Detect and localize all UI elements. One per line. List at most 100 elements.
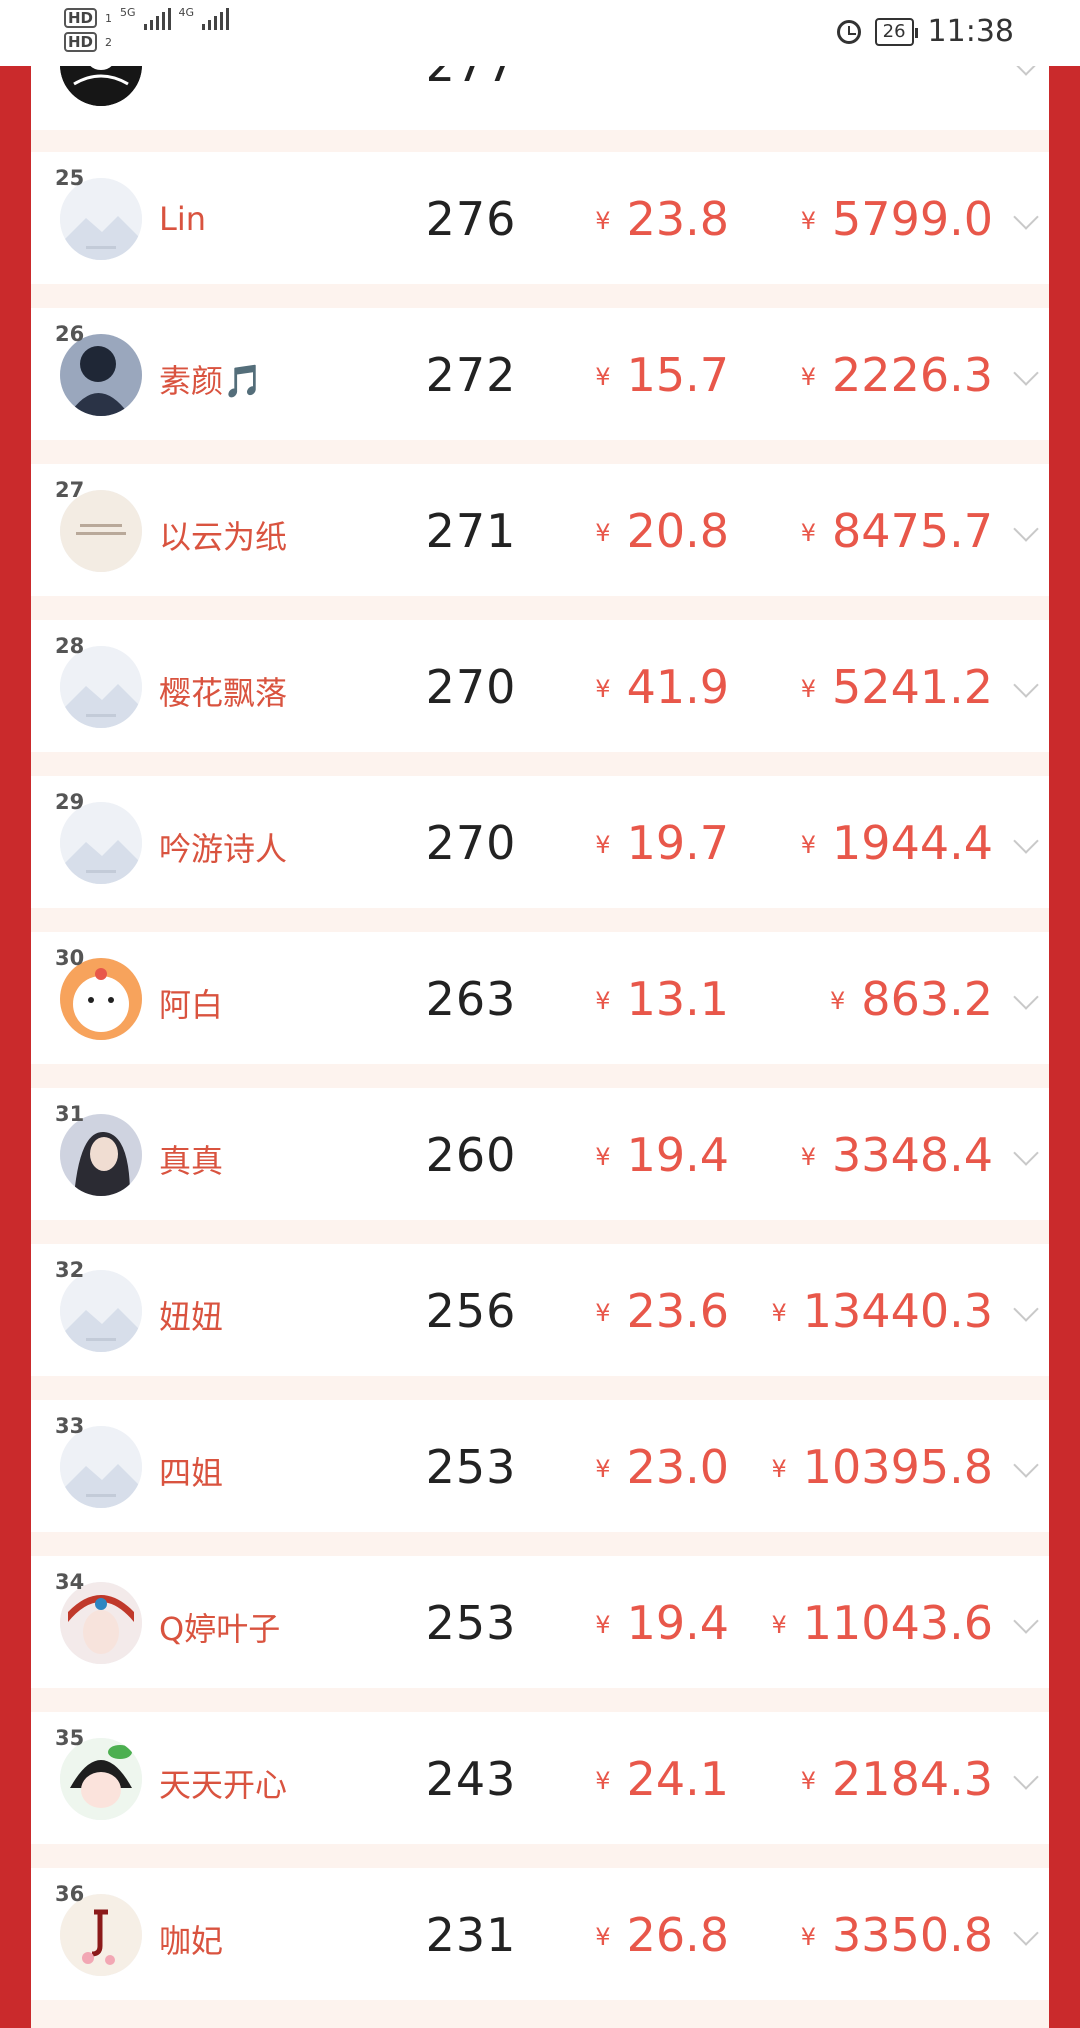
list-item[interactable]: 33 四姐 253 ¥23.0 ¥10395.8 — [31, 1400, 1049, 1532]
default-mountain-avatar — [60, 178, 142, 260]
price-value: 19.4 — [626, 1596, 729, 1650]
user-name: 吟游诗人 — [159, 830, 288, 868]
total-amount: ¥3348.4 — [801, 1128, 993, 1182]
yen-symbol: ¥ — [595, 1922, 611, 1951]
chevron-down-icon[interactable] — [1013, 1920, 1039, 1946]
text-card-avatar — [60, 490, 142, 572]
yen-symbol: ¥ — [771, 1610, 787, 1639]
rank-number: 35 — [55, 1726, 85, 1750]
yen-symbol: ¥ — [595, 1766, 611, 1795]
list-item[interactable]: 35 天天开心 243 ¥24.1 ¥2184.3 — [31, 1712, 1049, 1844]
chevron-down-icon[interactable] — [1013, 984, 1039, 1010]
total-amount: ¥1944.4 — [801, 816, 993, 870]
user-name: 素颜🎵 — [159, 362, 263, 400]
total-value: 2226.3 — [832, 348, 993, 402]
rank-number: 34 — [55, 1570, 85, 1594]
chevron-down-icon[interactable] — [1013, 828, 1039, 854]
price-value: 24.1 — [626, 1752, 729, 1806]
total-value: 3348.4 — [832, 1128, 993, 1182]
default-mountain-avatar — [60, 1270, 142, 1352]
yen-symbol: ¥ — [800, 1766, 817, 1795]
sim-slot-label: 2 — [105, 35, 113, 49]
signal-strength-icon — [202, 6, 230, 30]
total-amount: ¥8475.7 — [801, 504, 993, 558]
list-item[interactable]: 28 樱花飘落 270 ¥41.9 ¥5241.2 — [31, 620, 1049, 752]
yen-symbol: ¥ — [800, 1922, 817, 1951]
yen-symbol: ¥ — [595, 1142, 611, 1171]
count-value: 263 — [425, 972, 517, 1026]
unit-price: ¥13.1 — [595, 972, 729, 1026]
price-value: 23.8 — [626, 192, 729, 246]
price-value: 26.8 — [626, 1908, 729, 1962]
total-value: 3350.8 — [832, 1908, 993, 1962]
rank-number: 28 — [55, 634, 85, 658]
count-value: 276 — [425, 192, 517, 246]
user-name: 妞妞 — [159, 1298, 224, 1336]
unit-price: ¥20.8 — [595, 504, 729, 558]
price-value: 20.8 — [626, 504, 729, 558]
count-value: 253 — [425, 1596, 517, 1650]
unit-price: ¥23.6 — [595, 1284, 729, 1338]
list-item[interactable]: 31 真真 260 ¥19.4 ¥3348.4 — [31, 1088, 1049, 1220]
yen-symbol: ¥ — [830, 986, 846, 1015]
unit-price: ¥19.7 — [595, 816, 729, 870]
yen-symbol: ¥ — [595, 674, 611, 703]
total-amount: ¥5799.0 — [801, 192, 993, 246]
total-amount: ¥11043.6 — [771, 1596, 993, 1650]
list-item[interactable]: 27 以云为纸 271 ¥20.8 ¥8475.7 — [31, 464, 1049, 596]
chevron-down-icon[interactable] — [1013, 1764, 1039, 1790]
chevron-down-icon[interactable] — [1013, 360, 1039, 386]
user-name: 咖妃 — [159, 1922, 224, 1960]
user-name: 天天开心 — [159, 1766, 288, 1804]
unit-price: ¥41.9 — [595, 660, 729, 714]
hd-voice-icon: HD — [64, 32, 98, 52]
count-value: 270 — [425, 816, 517, 870]
yen-symbol: ¥ — [595, 986, 611, 1015]
list-item[interactable]: 25 Lin 276 ¥23.8 ¥5799.0 — [31, 152, 1049, 284]
list-item[interactable]: 36 咖妃 231 ¥26.8 ¥3350.8 — [31, 1868, 1049, 2000]
status-right: 26 11:38 — [836, 14, 1014, 49]
list-item[interactable]: 26 素颜🎵 272 ¥15.7 ¥2226.3 — [31, 308, 1049, 440]
price-value: 23.6 — [626, 1284, 729, 1338]
chevron-down-icon[interactable] — [1013, 672, 1039, 698]
yen-symbol: ¥ — [595, 1454, 611, 1483]
user-name: 阿白 — [159, 986, 224, 1024]
total-value: 8475.7 — [832, 504, 993, 558]
chevron-down-icon[interactable] — [1013, 1140, 1039, 1166]
rank-number: 26 — [55, 322, 85, 346]
chevron-down-icon[interactable] — [1013, 1452, 1039, 1478]
hd-voice-icon: HD — [64, 8, 98, 28]
unit-price: ¥23.0 — [595, 1440, 729, 1494]
list-item[interactable]: 34 Q婷叶子 253 ¥19.4 ¥11043.6 — [31, 1556, 1049, 1688]
chevron-down-icon[interactable] — [1013, 516, 1039, 542]
unit-price: ¥24.1 — [595, 1752, 729, 1806]
status-bar: HD 1 5G 4G HD 2 26 11:38 — [0, 0, 1080, 66]
unit-price: ¥19.4 — [595, 1128, 729, 1182]
price-value: 19.4 — [626, 1128, 729, 1182]
yen-symbol: ¥ — [771, 1454, 787, 1483]
list-item[interactable]: 29 吟游诗人 270 ¥19.7 ¥1944.4 — [31, 776, 1049, 908]
user-name: 以云为纸 — [159, 518, 288, 556]
list-item[interactable]: 32 妞妞 256 ¥23.6 ¥13440.3 — [31, 1244, 1049, 1376]
total-amount: ¥13440.3 — [771, 1284, 993, 1338]
network-type-label: 4G — [178, 5, 195, 19]
list-item[interactable]: 30 阿白 263 ¥13.1 ¥863.2 — [31, 932, 1049, 1064]
yen-symbol: ¥ — [800, 518, 817, 547]
price-value: 23.0 — [626, 1440, 729, 1494]
rank-number: 29 — [55, 790, 85, 814]
chevron-down-icon[interactable] — [1013, 204, 1039, 230]
price-value: 13.1 — [626, 972, 729, 1026]
count-value: 271 — [425, 504, 517, 558]
yen-symbol: ¥ — [595, 362, 611, 391]
chevron-down-icon[interactable] — [1013, 1608, 1039, 1634]
unit-price: ¥19.4 — [595, 1596, 729, 1650]
chevron-down-icon[interactable] — [1013, 1296, 1039, 1322]
girl-photo-avatar — [60, 1114, 142, 1196]
rank-number: 33 — [55, 1414, 85, 1438]
price-value: 19.7 — [626, 816, 729, 870]
clock: 11:38 — [927, 14, 1014, 49]
user-name: Q婷叶子 — [159, 1610, 281, 1648]
total-amount: ¥863.2 — [830, 972, 993, 1026]
sim-slot-label: 1 — [105, 11, 113, 25]
yen-symbol: ¥ — [595, 830, 611, 859]
